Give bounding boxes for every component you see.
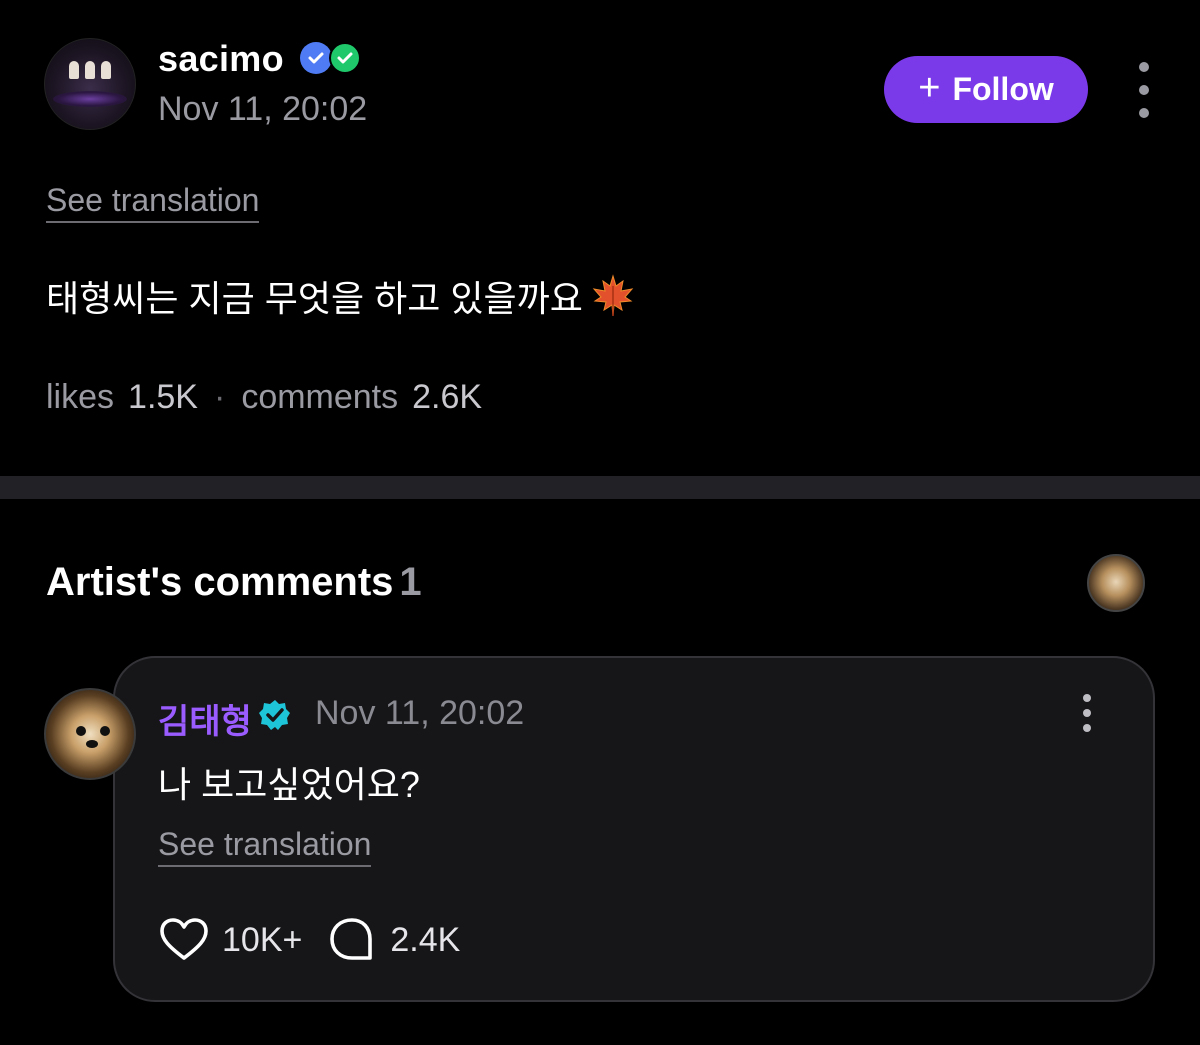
reply-count: 2.4K: [390, 920, 461, 959]
verified-badge-icon: [259, 700, 290, 730]
section-divider: [0, 476, 1200, 499]
post-username[interactable]: sacimo: [158, 38, 284, 80]
like-button[interactable]: 10K+: [158, 914, 302, 966]
likes-label: likes: [46, 378, 115, 416]
more-vertical-icon[interactable]: [1126, 62, 1162, 118]
comment-author[interactable]: 김태형: [158, 694, 252, 743]
see-translation-link[interactable]: See translation: [46, 182, 260, 223]
avatar[interactable]: [44, 688, 136, 780]
maple-leaf-icon: [592, 274, 634, 317]
post-timestamp: Nov 11, 20:02: [158, 90, 368, 128]
stats-separator: ·: [213, 378, 226, 416]
post-stats: likes 1.5K · comments 2.6K: [46, 378, 482, 417]
follow-button[interactable]: + Follow: [884, 56, 1088, 123]
user-badges: [300, 42, 361, 74]
like-count: 10K+: [222, 920, 303, 959]
post-body: 태형씨는 지금 무엇을 하고 있을까요: [46, 270, 637, 322]
avatar[interactable]: [44, 38, 136, 130]
comment-actions: 10K+ 2.4K: [158, 914, 460, 966]
artist-comments-title: Artist's comments: [46, 560, 394, 604]
likes-count[interactable]: 1.5K: [128, 378, 198, 417]
plus-icon: +: [918, 66, 941, 109]
artist-comments-count: 1: [399, 560, 422, 604]
follow-button-label: Follow: [952, 71, 1054, 107]
comments-count[interactable]: 2.6K: [412, 378, 482, 417]
comment-bubble-icon: [330, 918, 373, 960]
section-title: Artist's comments 1: [46, 560, 422, 605]
comments-label: comments: [241, 378, 399, 416]
verified-badge-icon: [300, 42, 332, 74]
see-translation-link[interactable]: See translation: [158, 826, 372, 867]
verified-badge-icon: [329, 42, 361, 74]
post-text: 태형씨는 지금 무엇을 하고 있을까요: [46, 278, 583, 319]
reply-button[interactable]: 2.4K: [326, 914, 460, 966]
comment-text: 나 보고싶었어요?: [158, 764, 420, 805]
comment-timestamp: Nov 11, 20:02: [315, 694, 525, 732]
heart-icon: [160, 918, 208, 960]
more-vertical-icon[interactable]: [1070, 694, 1104, 732]
post-header: sacimo Nov 11, 20:02 + Follow: [0, 0, 1200, 160]
artist-avatar[interactable]: [1087, 554, 1145, 612]
